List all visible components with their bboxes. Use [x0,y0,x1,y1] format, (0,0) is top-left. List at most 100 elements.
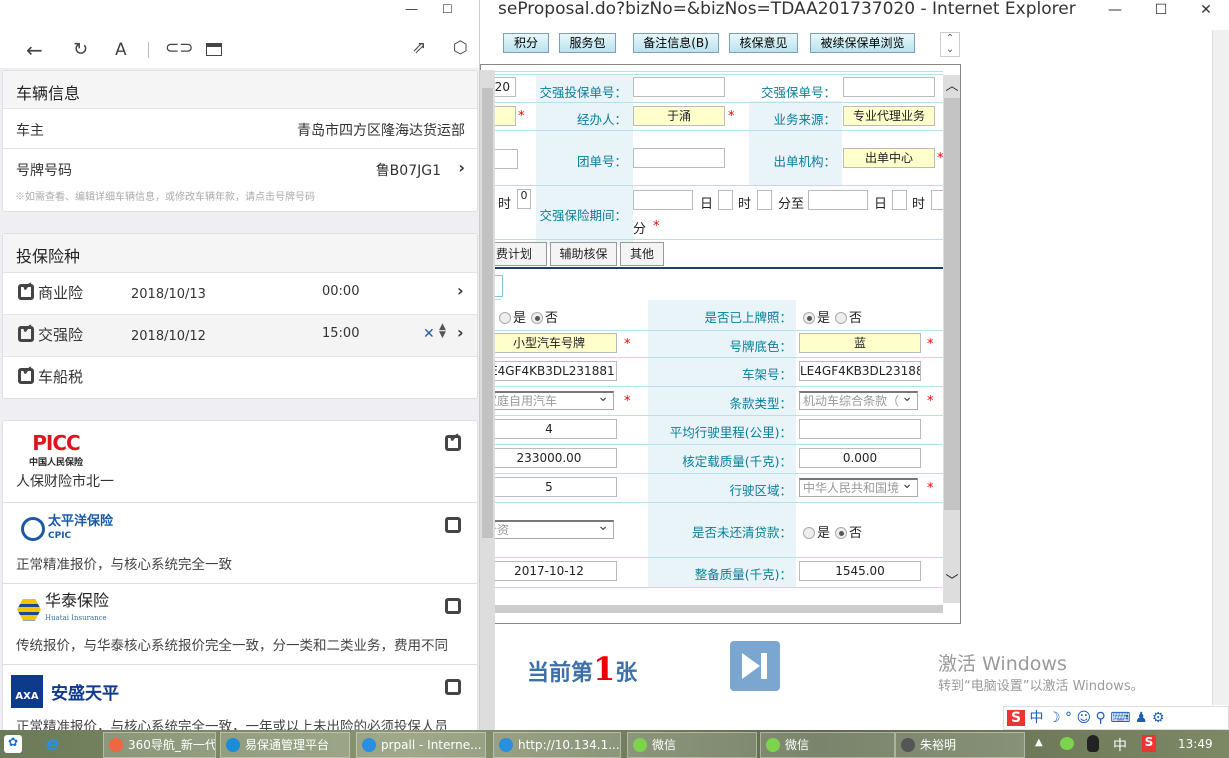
radio-group[interactable]: 是否 [803,522,867,541]
taskbar-item[interactable]: 360导航_新一代... [103,732,216,758]
taskbar-item[interactable]: 微信 [627,732,757,758]
taskbar-item[interactable]: http://10.134.1... [493,732,621,758]
input-field[interactable]: 233000.00 [481,447,617,468]
spinner-icon[interactable]: ▲ ▼ [439,323,446,340]
radio-button[interactable] [531,312,544,324]
ime-toolbar[interactable]: S 中 ☽ ° ☺ ⚲ ⌨ ♟ ⚙ [1003,706,1229,730]
taskbar-item[interactable]: prpall - Interne... [356,732,486,758]
checkbox-icon[interactable] [445,431,461,451]
plate-row[interactable]: 号牌号码 鲁B07JG1 › [3,148,477,188]
issuing-org-input[interactable]: 出单中心 [843,148,935,168]
coverage-item[interactable]: 商业险 2018/10/13 00:00 › [3,272,477,314]
radio-button[interactable] [499,312,511,324]
plate-value[interactable]: 鲁B07JG1 [376,160,441,180]
insurer-item[interactable]: AXA 安盛天平 正常精准报价，与核心系统完全一致，一年或以上未出险的必须投保人员 [3,664,477,730]
insurer-item[interactable]: 华泰保险 Huatai Insurance 传统报价，与华泰核心系统报价完全一致，… [3,583,477,664]
points-button[interactable]: 积分 [503,33,549,53]
input-field[interactable]: 小型汽车号牌 [481,332,617,353]
coverage-time[interactable]: 00:00 [322,284,359,299]
coverage-item[interactable]: 交强险 2018/10/12 15:00 ✕▲▼ › [3,314,477,356]
insurer-item[interactable]: PICC中国人民保险 人保财险市北一 [3,421,477,502]
ie-taskbar-icon[interactable]: e [46,733,59,755]
ime-tray[interactable]: 中 [1113,735,1127,755]
input-field[interactable]: 5 [481,476,617,497]
tab-other[interactable]: 其他 [620,242,664,266]
close-button[interactable]: ✕ [1183,0,1229,22]
package-icon[interactable]: ⬡ [453,38,468,58]
checkbox-icon[interactable] [445,598,461,614]
chevron-right-icon[interactable]: › [457,323,464,342]
renewal-browse-button[interactable]: 被续保保单浏览 [810,33,915,53]
frame-h-scrollbar[interactable] [481,605,943,613]
coverage-date[interactable]: 2018/10/12 [131,329,206,344]
input-field[interactable]: 蓝 [799,332,921,353]
coverage-item[interactable]: 车船税 [3,356,477,398]
clear-icon[interactable]: ✕ [423,326,435,342]
scroll-up-icon[interactable]: ︿ [943,75,960,95]
radio-button[interactable] [835,312,848,324]
start-icon[interactable]: ✿ [4,735,22,753]
ci-start-date-input[interactable] [633,190,693,210]
coverage-date[interactable]: 2018/10/13 [131,287,206,302]
panel-maximize-button[interactable]: ☐ [442,2,453,16]
group-no-input[interactable] [633,148,725,168]
input-field[interactable]: LE4GF4KB3DL231881 [799,360,921,381]
select-field[interactable]: 合资 [481,519,614,539]
scroll-down-icon[interactable]: ﹀ [943,570,960,590]
frame-scrollbar-thumb[interactable] [944,98,960,510]
insurer-item[interactable]: 太平洋保险 CPIC 正常精准报价，与核心系统完全一致 [3,502,477,583]
select-field[interactable]: 机动车综合条款（ [799,390,918,410]
tray-expand-icon[interactable]: ▲ [1035,737,1043,748]
refresh-icon[interactable]: ↻ [73,39,88,60]
ci-end-hour-input[interactable] [892,190,907,210]
checkbox-icon[interactable] [18,280,34,300]
input-field[interactable]: 2017-10-12 [481,561,617,581]
page-scrollbar[interactable] [1212,30,1229,705]
chevron-right-icon[interactable]: › [458,158,465,177]
radio-group[interactable]: 是否 [499,307,563,326]
sogou-tray-icon[interactable]: S [1142,735,1156,752]
window-icon[interactable] [206,43,222,56]
next-page-button[interactable] [730,641,780,691]
business-source-input[interactable]: 专业代理业务 [843,106,935,126]
qq-tray-icon[interactable] [1087,735,1099,752]
chevron-right-icon[interactable]: › [457,281,464,300]
radio-button[interactable] [835,526,848,539]
clock[interactable]: 13:49 [1178,737,1213,751]
remarks-button[interactable]: 备注信息(B) [633,33,719,53]
ci-policy-no-input[interactable] [843,77,935,97]
taskbar-item[interactable]: 朱裕明 [895,732,1025,758]
checkbox-icon[interactable] [445,517,461,533]
font-size-icon[interactable]: A [115,40,127,60]
input-field[interactable]: 0.000 [799,447,921,468]
ci-proposal-no-input[interactable] [633,77,725,97]
input-field[interactable]: 1545.00 [799,561,921,581]
start-hour-input[interactable]: 0 [517,189,531,209]
radio-button[interactable] [803,526,815,539]
share-icon[interactable]: ⇗ [412,38,426,58]
ci-start-minute-input[interactable] [757,190,772,210]
tab-aux-underwriting[interactable]: 辅助核保 [550,242,617,266]
handler-input[interactable]: 于涌 [633,106,725,126]
radio-group[interactable]: 是否 [803,307,867,326]
input-field[interactable]: LE4GF4KB3DL231881 [481,360,617,381]
radio-button[interactable] [803,312,815,324]
select-field[interactable]: 中华人民共和国境 [799,477,918,497]
panel-close-button[interactable]: ✕ [478,2,479,17]
link-icon[interactable]: ⊂⊃ [165,38,194,58]
underwriting-opinion-button[interactable]: 核保意见 [729,33,798,53]
checkbox-icon[interactable] [18,322,34,342]
panel-minimize-button[interactable]: — [405,2,418,17]
input-field[interactable]: 4 [481,418,617,439]
checkbox-icon[interactable] [18,364,34,384]
select-field[interactable]: 家庭自用汽车 [481,390,614,410]
panel-scrollbar-thumb[interactable] [482,88,493,538]
input-field[interactable] [799,418,921,439]
back-icon[interactable]: ← [26,38,43,62]
toolbar-scroll[interactable]: ⌃ ⌄ [940,32,960,57]
maximize-button[interactable]: ☐ [1138,0,1184,22]
minimize-button[interactable]: — [1092,0,1138,22]
ci-end-date-input[interactable] [808,190,868,210]
service-pack-button[interactable]: 服务包 [559,33,616,53]
ci-start-hour-input[interactable] [718,190,733,210]
